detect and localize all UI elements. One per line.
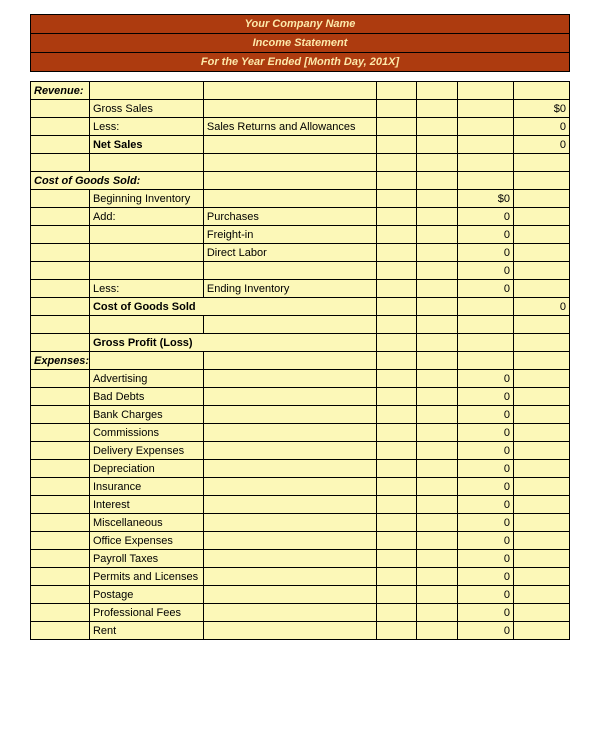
sales-returns-value: 0 xyxy=(513,118,569,136)
expense-item-label: Payroll Taxes xyxy=(89,550,203,568)
freight-in-value: 0 xyxy=(458,226,514,244)
expense-item-value: 0 xyxy=(458,388,514,406)
expense-item-value: 0 xyxy=(458,442,514,460)
expense-item-value: 0 xyxy=(458,604,514,622)
expense-item-label: Rent xyxy=(89,622,203,640)
expense-item-label: Professional Fees xyxy=(89,604,203,622)
expense-item-label: Bank Charges xyxy=(89,406,203,424)
revenue-less-label: Less: xyxy=(89,118,203,136)
expense-item-label: Permits and Licenses xyxy=(89,568,203,586)
purchases-label: Purchases xyxy=(203,208,376,226)
spacer xyxy=(31,72,570,82)
expense-item-label: Commissions xyxy=(89,424,203,442)
net-sales-label: Net Sales xyxy=(89,136,203,154)
company-name: Your Company Name xyxy=(31,15,570,34)
cogs-label: Cost of Goods Sold: xyxy=(31,172,204,190)
expense-item-value: 0 xyxy=(458,514,514,532)
sales-returns-label: Sales Returns and Allowances xyxy=(203,118,376,136)
gross-sales-value: $0 xyxy=(513,100,569,118)
statement-period: For the Year Ended [Month Day, 201X] xyxy=(31,53,570,72)
cogs-add-label: Add: xyxy=(89,208,203,226)
expense-item-value: 0 xyxy=(458,424,514,442)
expense-item-value: 0 xyxy=(458,406,514,424)
expense-item-label: Bad Debts xyxy=(89,388,203,406)
cogs-total-value: 0 xyxy=(513,298,569,316)
expense-item-label: Postage xyxy=(89,586,203,604)
expense-item-label: Interest xyxy=(89,496,203,514)
freight-in-label: Freight-in xyxy=(203,226,376,244)
expense-item-value: 0 xyxy=(458,370,514,388)
gross-sales-label: Gross Sales xyxy=(89,100,203,118)
expense-item-label: Depreciation xyxy=(89,460,203,478)
expense-item-label: Office Expenses xyxy=(89,532,203,550)
ending-inv-label: Ending Inventory xyxy=(203,280,376,298)
cogs-less-label: Less: xyxy=(89,280,203,298)
direct-labor-value: 0 xyxy=(458,244,514,262)
expense-item-label: Miscellaneous xyxy=(89,514,203,532)
income-statement-table: Your Company Name Income Statement For t… xyxy=(30,14,570,640)
revenue-label: Revenue: xyxy=(31,82,90,100)
purchases-value: 0 xyxy=(458,208,514,226)
cogs-subtotal-value: 0 xyxy=(458,262,514,280)
expense-item-value: 0 xyxy=(458,568,514,586)
gross-profit-label: Gross Profit (Loss) xyxy=(89,334,376,352)
net-sales-value: 0 xyxy=(513,136,569,154)
expense-item-label: Advertising xyxy=(89,370,203,388)
beginning-inv-label: Beginning Inventory xyxy=(89,190,203,208)
expense-item-value: 0 xyxy=(458,532,514,550)
expense-item-value: 0 xyxy=(458,550,514,568)
direct-labor-label: Direct Labor xyxy=(203,244,376,262)
expense-item-value: 0 xyxy=(458,586,514,604)
cogs-total-label: Cost of Goods Sold xyxy=(89,298,376,316)
expenses-label: Expenses: xyxy=(31,352,90,370)
expense-item-value: 0 xyxy=(458,622,514,640)
expense-item-value: 0 xyxy=(458,460,514,478)
expense-item-label: Delivery Expenses xyxy=(89,442,203,460)
ending-inv-value: 0 xyxy=(458,280,514,298)
expense-item-label: Insurance xyxy=(89,478,203,496)
expense-item-value: 0 xyxy=(458,478,514,496)
beginning-inv-value: $0 xyxy=(458,190,514,208)
statement-title: Income Statement xyxy=(31,34,570,53)
expense-item-value: 0 xyxy=(458,496,514,514)
